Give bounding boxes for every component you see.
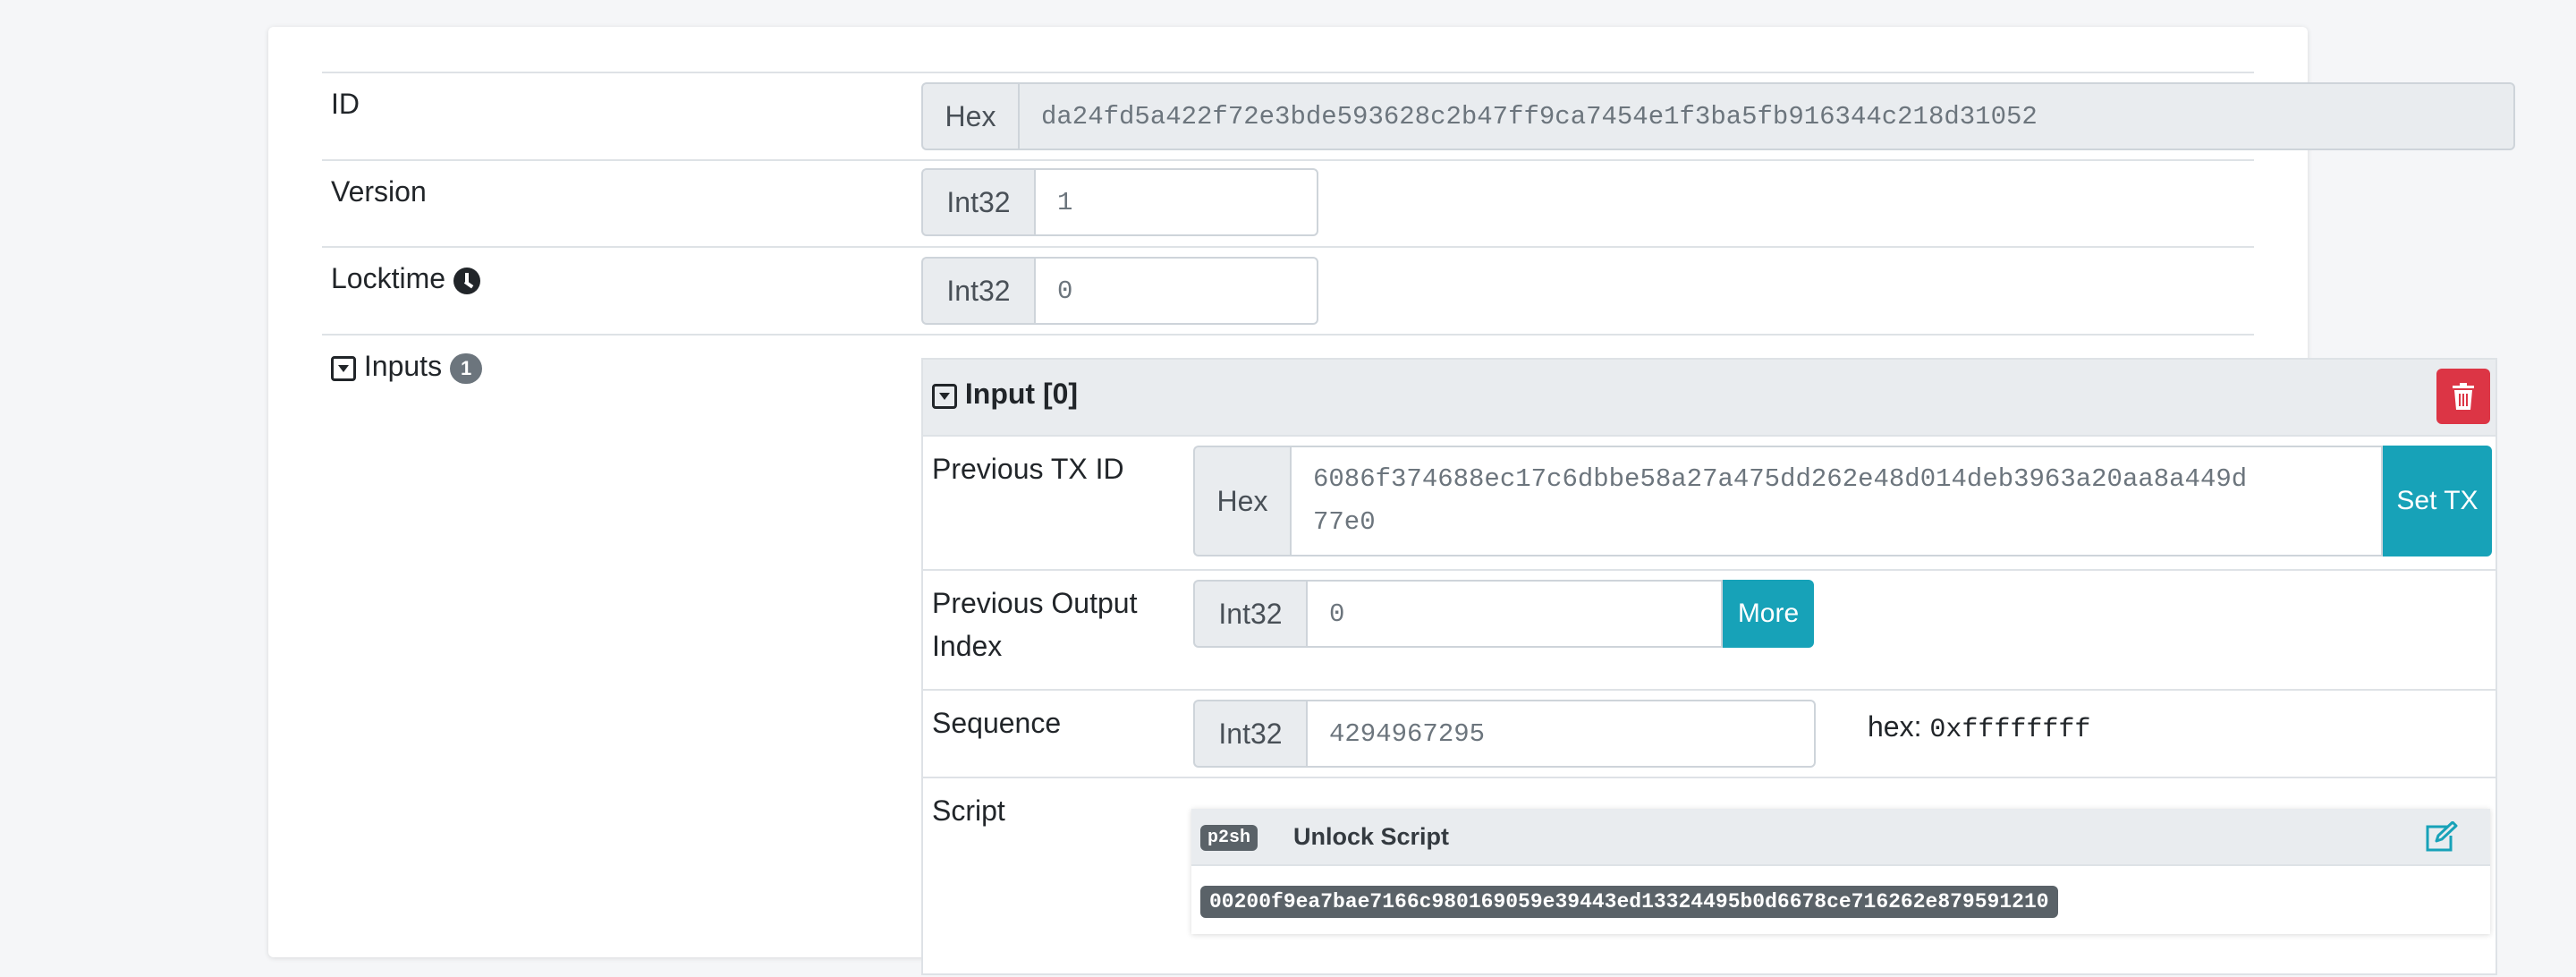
clock-icon: [453, 267, 480, 294]
unlock-script-body: 00200f9ea7bae7166c980169059e39443ed13324…: [1200, 886, 2058, 918]
inputs-toggle[interactable]: Inputs 1: [331, 350, 483, 384]
prev-txid-row: Previous TX ID Hex 6086f374688ec17c6dbbe…: [923, 437, 2496, 569]
sequence-field[interactable]: 4294967295: [1306, 700, 1816, 768]
sequence-type-prefix: Int32: [1193, 700, 1306, 768]
id-row: ID Hex da24fd5a422f72e3bde593628c2b47ff9…: [322, 72, 2515, 159]
locktime-type-prefix: Int32: [921, 257, 1034, 325]
prev-out-index-field[interactable]: 0: [1306, 580, 1723, 648]
input-0-title: Input [0]: [964, 378, 1079, 410]
prev-out-index-label: Previous Output Index: [932, 582, 1137, 667]
prev-out-index-label-line2: Index: [932, 630, 1003, 662]
locktime-row: Locktime Int32 0: [322, 246, 2254, 334]
version-label: Version: [331, 175, 427, 208]
delete-input-button[interactable]: [2436, 369, 2490, 424]
id-type-prefix: Hex: [921, 82, 1018, 150]
version-field[interactable]: 1: [1034, 168, 1318, 236]
input-0-header: Input [0]: [923, 360, 2496, 437]
version-input-group: Int32 1: [921, 168, 1318, 236]
id-label: ID: [331, 88, 360, 120]
sequence-hex-display: hex: 0xffffffff: [1868, 710, 2090, 745]
script-hex-badge: 00200f9ea7bae7166c980169059e39443ed13324…: [1200, 886, 2058, 918]
trash-icon: [2453, 383, 2474, 410]
sequence-label: Sequence: [932, 707, 1062, 739]
id-input-group: Hex da24fd5a422f72e3bde593628c2b47ff9ca7…: [921, 82, 2515, 150]
set-tx-button[interactable]: Set TX: [2383, 446, 2492, 556]
prev-txid-type-prefix: Hex: [1193, 446, 1290, 556]
prev-txid-field[interactable]: 6086f374688ec17c6dbbe58a27a475dd262e48d0…: [1290, 446, 2383, 556]
unlock-script-box: p2sh Unlock Script 00200f9ea7bae7166c980…: [1191, 809, 2490, 934]
edit-icon[interactable]: [2424, 820, 2458, 852]
prev-txid-value-line2: 77e0: [1313, 507, 1376, 537]
edit-script-button[interactable]: [2424, 820, 2458, 856]
prev-out-index-label-line1: Previous Output: [932, 587, 1138, 619]
transaction-card: ID Hex da24fd5a422f72e3bde593628c2b47ff9…: [268, 27, 2515, 975]
sequence-row: Sequence Int32 4294967295 hex: 0xfffffff…: [923, 689, 2496, 777]
unlock-script-title: Unlock Script: [1293, 823, 1450, 850]
version-type-prefix: Int32: [921, 168, 1034, 236]
prev-out-index-input-group: Int32 0 More: [1193, 580, 1814, 648]
locktime-label-text: Locktime: [331, 262, 446, 294]
sequence-hex-label: hex:: [1868, 710, 1922, 743]
inputs-count-badge: 1: [449, 353, 483, 384]
id-field[interactable]: da24fd5a422f72e3bde593628c2b47ff9ca7454e…: [1018, 82, 2515, 150]
sequence-input-group: Int32 4294967295: [1193, 700, 1816, 768]
prev-txid-label: Previous TX ID: [932, 453, 1124, 485]
script-label: Script: [932, 794, 1005, 827]
prev-out-index-row: Previous Output Index Int32 0 More: [923, 569, 2496, 689]
p2sh-badge: p2sh: [1200, 825, 1258, 851]
prev-out-index-type-prefix: Int32: [1193, 580, 1306, 648]
more-button[interactable]: More: [1723, 580, 1814, 648]
sequence-hex-value: 0xffffffff: [1929, 715, 2091, 745]
prev-txid-input-group: Hex 6086f374688ec17c6dbbe58a27a475dd262e…: [1193, 446, 2492, 556]
locktime-field[interactable]: 0: [1034, 257, 1318, 325]
caret-square-down-icon[interactable]: [932, 383, 957, 409]
inputs-label: Inputs: [363, 350, 443, 382]
input-0-toggle[interactable]: Input [0]: [932, 378, 1078, 411]
version-row: Version Int32 1: [322, 159, 2254, 246]
locktime-label: Locktime: [331, 262, 480, 295]
locktime-input-group: Int32 0: [921, 257, 1318, 325]
unlock-script-header: p2sh Unlock Script: [1191, 809, 2490, 866]
prev-txid-value-line1: 6086f374688ec17c6dbbe58a27a475dd262e48d0…: [1313, 464, 2248, 494]
caret-square-down-icon[interactable]: [331, 355, 356, 381]
